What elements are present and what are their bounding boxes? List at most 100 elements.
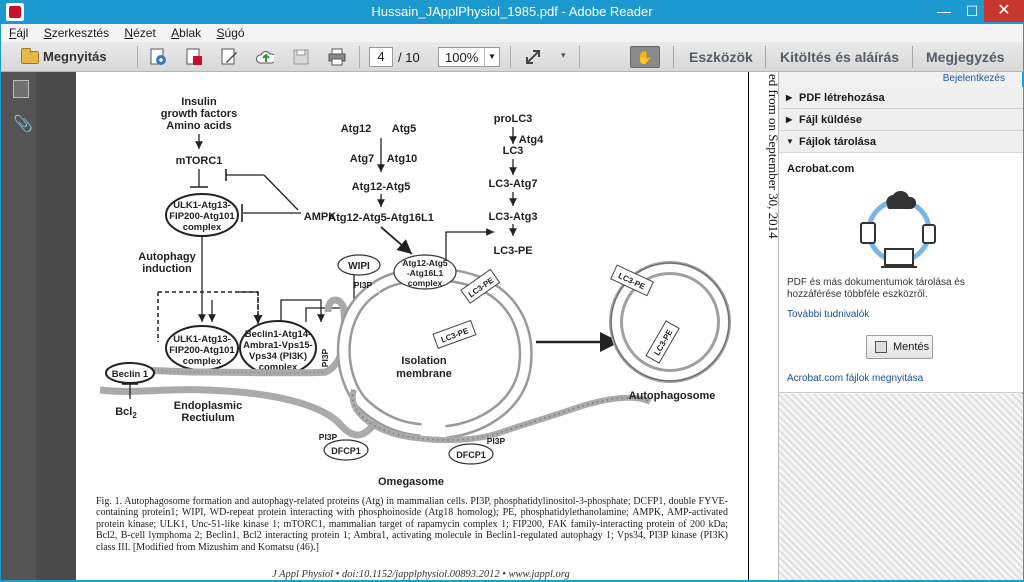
save-button[interactable]: Mentés — [866, 335, 933, 359]
diagram-label: Beclin1-Atg14- — [245, 329, 312, 340]
fit-page-icon[interactable] — [524, 48, 542, 66]
diagram-label: Vps34 (PI3K) — [249, 351, 307, 362]
print-icon[interactable] — [328, 48, 346, 66]
sign-in-link[interactable]: Bejelentkezés — [779, 72, 1023, 88]
diagram-label: complex — [183, 222, 222, 233]
diagram-label: Atg12-Atg5 — [402, 258, 448, 268]
toolbar: Megnyitás 4 / 10 100% ▼ ▾ ✋ Eszközök Kit… — [0, 42, 1024, 72]
diagram-label: complex — [408, 278, 443, 288]
edit-pdf-icon[interactable] — [220, 48, 238, 66]
toolbar-separator — [510, 46, 511, 68]
tab-tools[interactable]: Eszközök — [689, 49, 753, 65]
open-label: Megnyitás — [43, 49, 107, 64]
maximize-button[interactable]: ☐ — [958, 0, 986, 22]
diagram-label: LC3 — [503, 145, 524, 157]
diagram-label: growth factors — [161, 108, 237, 120]
menu-file[interactable]: Fájl — [1, 24, 34, 41]
tools-pane: Bejelentkezés ▶ PDF létrehozása ▶ Fájl kül… — [778, 72, 1023, 580]
chevron-down-icon[interactable]: ▼ — [484, 48, 499, 66]
attachments-paperclip-icon[interactable]: 📎 — [13, 114, 33, 133]
diagram-label: DFCP1 — [331, 446, 361, 456]
diagram-label: Atg12-Atg5 — [352, 181, 411, 193]
menu-edit[interactable]: Szerkesztés — [38, 24, 115, 41]
window-title: Hussain_JApplPhysiol_1985.pdf - Adobe Re… — [371, 4, 653, 19]
figure-caption: Fig. 1. Autophagosome formation and auto… — [96, 496, 728, 553]
diagram-label: Atg7 — [350, 153, 374, 165]
combine-files-icon[interactable] — [185, 48, 203, 66]
cloud-devices-icon — [860, 190, 936, 268]
diagram-label: FIP200-Atg101 — [169, 345, 235, 356]
close-button[interactable]: ✕ — [984, 0, 1024, 22]
page-number-input[interactable]: 4 — [369, 47, 393, 67]
diagram-label: Beclin 1 — [112, 369, 149, 380]
section-store-files[interactable]: ▼ Fájlok tárolása — [779, 131, 1023, 153]
acrobat-com-title: Acrobat.com — [787, 163, 855, 175]
triangle-right-icon: ▶ — [786, 115, 793, 124]
diagram-label: Endoplasmic — [174, 400, 242, 412]
save-disk-icon[interactable] — [292, 48, 310, 66]
pdf-page: Insulin growth factors Amino acids mTORC… — [76, 72, 778, 580]
diagram-label: Atg5 — [392, 123, 416, 135]
diagram-label: Isolation — [401, 355, 447, 367]
diagram-label: induction — [142, 263, 192, 275]
diagram-label: ULK1-Atg13- — [173, 200, 231, 211]
diagram-label: Omegasome — [378, 476, 444, 488]
folder-icon — [21, 48, 39, 64]
section-send-file[interactable]: ▶ Fájl küldése — [779, 109, 1023, 131]
toolbar-separator — [912, 46, 913, 68]
menu-view[interactable]: Nézet — [118, 24, 161, 41]
diagram-label: membrane — [396, 368, 452, 380]
toolbar-separator — [137, 46, 138, 68]
diagram-label: WIPI — [348, 261, 370, 272]
diagram-label: LC3-Atg3 — [489, 211, 538, 223]
toolbar-separator — [359, 46, 360, 68]
learn-more-link[interactable]: További tudnivalók — [787, 309, 869, 320]
download-stamp: ed from on September 30, 2014 — [766, 74, 778, 239]
diagram-label: FIP200-Atg101 — [169, 211, 235, 222]
toolbar-overflow-icon[interactable]: ▾ — [561, 50, 566, 72]
empty-pane-area — [779, 394, 1023, 580]
diagram-label: Autophagosome — [629, 390, 716, 402]
page-divider — [748, 72, 749, 580]
document-viewport[interactable]: Insulin growth factors Amino acids mTORC… — [36, 72, 778, 580]
diagram-label: ULK1-Atg13- — [173, 334, 231, 345]
store-description: PDF és más dokumentumok tárolása és hozz… — [787, 277, 965, 300]
navigation-pane: 📎 — [0, 72, 36, 580]
diagram-label: Rectiulum — [181, 412, 234, 424]
diagram-label: Bcl2 — [115, 406, 137, 420]
menu-bar: Fájl Szerkesztés Nézet Ablak Súgó — [0, 24, 1024, 42]
menu-help[interactable]: Súgó — [211, 24, 251, 41]
title-bar: Hussain_JApplPhysiol_1985.pdf - Adobe Re… — [0, 0, 1024, 24]
diagram-label: PI3P — [320, 348, 330, 367]
section-create-pdf[interactable]: ▶ PDF létrehozása — [779, 87, 1023, 109]
page-thumbnails-icon[interactable] — [13, 80, 29, 98]
create-pdf-icon[interactable] — [149, 48, 167, 66]
diagram-label: -Atg16L1 — [407, 268, 444, 278]
autophagy-diagram: Insulin growth factors Amino acids mTORC… — [99, 96, 731, 488]
diagram-label: LC3-PE — [493, 245, 532, 257]
menu-window[interactable]: Ablak — [165, 24, 207, 41]
open-button[interactable]: Megnyitás — [17, 46, 121, 68]
open-acrobat-files-link[interactable]: Acrobat.com fájlok megnyitása — [787, 373, 923, 384]
diagram-label: LC3-Atg7 — [489, 178, 538, 190]
tab-fill-sign[interactable]: Kitöltés és aláírás — [780, 49, 899, 65]
diagram-label: PI3P — [487, 436, 506, 446]
diagram-label: PI3P — [354, 280, 373, 290]
diagram-label: Insulin — [181, 96, 217, 108]
toolbar-separator — [765, 46, 766, 68]
tab-comment[interactable]: Megjegyzés — [926, 49, 1005, 65]
diagram-label: Atg12-Atg5-Atg16L1 — [328, 212, 434, 224]
hand-tool-icon[interactable]: ✋ — [630, 46, 660, 68]
journal-footer: J Appl Physiol • doi:10.1152/japplphysio… — [272, 569, 570, 580]
zoom-select[interactable]: 100% ▼ — [438, 47, 500, 67]
zoom-value: 100% — [445, 50, 479, 65]
toolbar-separator — [579, 46, 580, 68]
triangle-down-icon: ▼ — [786, 137, 794, 146]
diagram-label: Atg12 — [341, 123, 372, 135]
diagram-label: Autophagy — [138, 251, 196, 263]
store-files-panel: Acrobat.com PDF és más dokumentumok táro… — [779, 153, 1023, 393]
upload-cloud-icon[interactable] — [256, 48, 274, 66]
minimize-button[interactable]: — — [930, 0, 958, 22]
triangle-right-icon: ▶ — [786, 93, 793, 102]
save-disk-icon — [875, 341, 887, 353]
